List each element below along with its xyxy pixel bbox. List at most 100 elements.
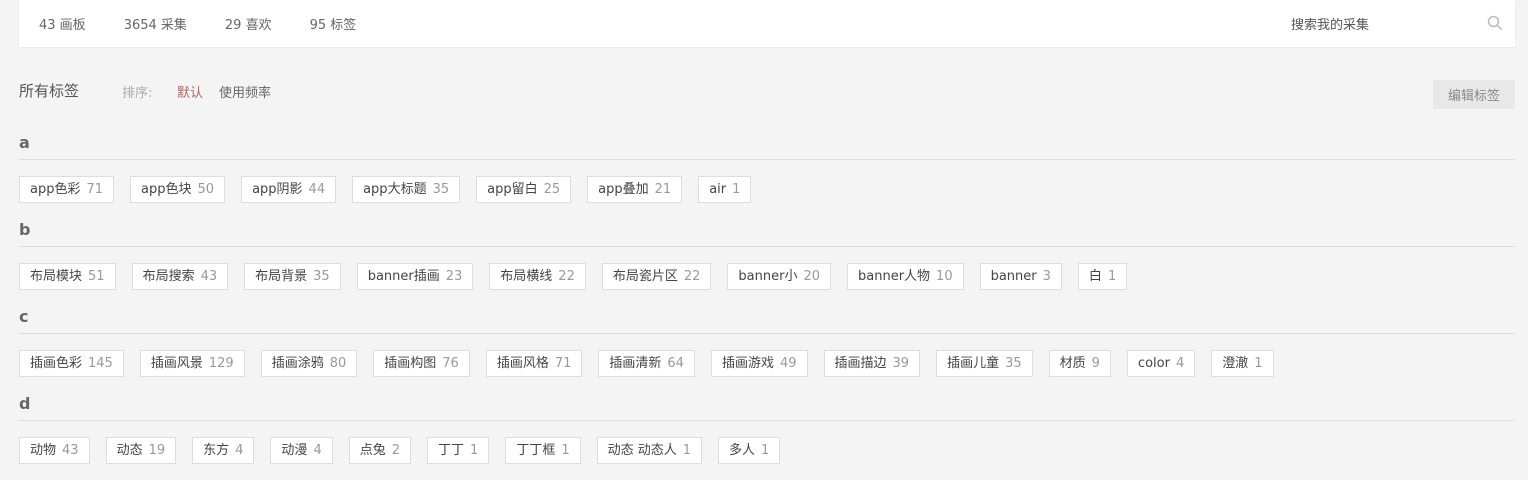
tag-chip[interactable]: banner小 20 — [727, 263, 831, 290]
search-icon[interactable] — [1487, 15, 1503, 31]
tag-count: 39 — [892, 356, 910, 371]
tag-chip[interactable]: 插画风格 71 — [485, 350, 583, 377]
tag-chip[interactable]: banner人物 10 — [847, 263, 964, 290]
group-divider — [19, 333, 1515, 334]
tag-chip[interactable]: 插画清新 64 — [598, 350, 695, 377]
tag-chip[interactable]: 插画描边 39 — [823, 350, 921, 377]
tag-chip[interactable]: app色块 50 — [130, 176, 226, 203]
search-box — [1291, 14, 1503, 34]
tag-chip[interactable]: 插画风景 129 — [139, 350, 245, 377]
edit-tags-button[interactable]: 编辑标签 — [1433, 80, 1515, 109]
tag-count: 71 — [554, 356, 572, 371]
group-divider — [19, 420, 1515, 421]
tag-count: 71 — [86, 182, 104, 197]
tag-name: banner人物 — [858, 269, 931, 284]
tag-chip[interactable]: app叠加 21 — [587, 176, 683, 203]
tag-chip[interactable]: 动态 动态人 1 — [596, 437, 703, 464]
tag-chip[interactable]: 布局背景 35 — [244, 263, 341, 290]
tag-chip[interactable]: banner 3 — [979, 263, 1062, 290]
tag-count: 1 — [732, 182, 741, 197]
tag-list: 动物 43 动态 19 东方 4 动漫 4 点兔 2 丁丁 1 丁丁框 1 动态 动态人 1 多人 1 — [19, 437, 796, 464]
tag-name: 插画风景 — [150, 356, 203, 371]
tag-chip[interactable]: 动态 19 — [105, 437, 177, 464]
page-title: 所有标签 — [19, 82, 80, 100]
tag-list: 插画色彩 145 插画风景 129 插画涂鸦 80 插画构图 76 插画风格 71 插画清新 64 插画… — [19, 350, 1290, 377]
tag-count: 22 — [558, 269, 575, 284]
tag-name: 动漫 — [281, 443, 308, 458]
tag-count: 10 — [936, 269, 953, 284]
tag-chip[interactable]: 丁丁 1 — [427, 437, 490, 464]
tag-chip[interactable]: 布局模块 51 — [19, 263, 116, 290]
tag-count: 1 — [470, 443, 479, 458]
stat-boards-link[interactable]: 43 画板 — [39, 14, 86, 33]
tag-chip[interactable]: 材质 9 — [1048, 350, 1111, 377]
tag-count: 3 — [1042, 269, 1051, 284]
tag-chip[interactable]: 动物 43 — [19, 437, 90, 464]
tag-name: 点兔 — [359, 443, 386, 458]
tag-name: 布局模块 — [30, 269, 83, 284]
tag-count: 49 — [779, 356, 797, 371]
tag-list: 布局模块 51 布局搜索 43 布局背景 35 banner插画 23 布局横线 22 布局瓷片区 2… — [19, 263, 1143, 290]
tag-chip[interactable]: 布局横线 22 — [489, 263, 586, 290]
stat-likes-link[interactable]: 29 喜欢 — [225, 14, 272, 33]
tag-name: 布局背景 — [255, 269, 308, 284]
tag-count: 1 — [1107, 269, 1117, 284]
tag-count: 1 — [561, 443, 570, 458]
tag-count: 25 — [543, 182, 561, 197]
sort-frequency-link[interactable]: 使用频率 — [219, 82, 271, 101]
tag-chip[interactable]: 丁丁框 1 — [505, 437, 581, 464]
group-letter-heading: c — [19, 307, 29, 326]
tag-chip[interactable]: 插画儿童 35 — [936, 350, 1033, 377]
tag-name: app留白 — [487, 182, 538, 197]
tag-count: 145 — [88, 356, 113, 371]
group-divider — [19, 246, 1515, 247]
tag-name: 布局横线 — [500, 269, 553, 284]
tag-name: banner小 — [738, 269, 798, 284]
tag-count: 35 — [432, 182, 450, 197]
tag-count: 9 — [1091, 356, 1100, 371]
tag-chip[interactable]: app阴影 44 — [241, 176, 337, 203]
tag-chip[interactable]: app大标题 35 — [352, 176, 461, 203]
tag-chip[interactable]: 插画构图 76 — [373, 350, 470, 377]
tag-list: app色彩 71 app色块 50 app阴影 44 app大标题 35 app留白 25 app叠… — [19, 176, 767, 203]
tag-name: 布局搜索 — [142, 269, 195, 284]
tag-chip[interactable]: 布局瓷片区 22 — [601, 263, 712, 290]
tag-name: 澄澈 — [1222, 356, 1249, 371]
group-letter-heading: b — [19, 220, 31, 239]
search-input[interactable] — [1291, 18, 1471, 33]
tag-count: 51 — [88, 269, 105, 284]
tag-count: 1 — [1254, 356, 1263, 371]
tag-name: 动态 动态人 — [607, 443, 677, 458]
tag-chip[interactable]: 澄澈 1 — [1211, 350, 1274, 377]
tag-chip[interactable]: 白1 — [1077, 263, 1128, 290]
tag-count: 50 — [197, 182, 215, 197]
tag-chip[interactable]: 多人 1 — [718, 437, 781, 464]
tag-chip[interactable]: 插画游戏 49 — [710, 350, 808, 377]
sort-default-link[interactable]: 默认 — [177, 82, 203, 101]
tag-chip[interactable]: banner插画 23 — [356, 263, 474, 290]
tag-chip[interactable]: 布局搜索 43 — [131, 263, 229, 290]
tag-chip[interactable]: app色彩 71 — [19, 176, 115, 203]
tag-name: banner — [990, 269, 1037, 284]
top-stats-bar: 43 画板 3654 采集 29 喜欢 95 标签 — [19, 0, 1515, 47]
tag-count: 1 — [682, 443, 692, 458]
tag-chip[interactable]: 动漫 4 — [270, 437, 333, 464]
tag-chip[interactable]: 点兔 2 — [348, 437, 412, 464]
tag-name: 丁丁 — [438, 443, 465, 458]
tag-name: 插画构图 — [384, 356, 437, 371]
tag-chip[interactable]: 东方 4 — [192, 437, 255, 464]
tag-name: 多人 — [729, 443, 756, 458]
stat-pins-link[interactable]: 3654 采集 — [124, 14, 187, 33]
tag-name: app叠加 — [598, 182, 649, 197]
tag-chip[interactable]: color 4 — [1126, 350, 1196, 377]
tag-chip[interactable]: 插画色彩 145 — [19, 350, 124, 377]
tag-name: air — [709, 182, 727, 197]
tag-chip[interactable]: app留白 25 — [476, 176, 572, 203]
tag-count: 43 — [200, 269, 218, 284]
tag-chip[interactable]: air 1 — [698, 176, 752, 203]
tag-name: 动态 — [116, 443, 143, 458]
tag-chip[interactable]: 插画涂鸦 80 — [260, 350, 358, 377]
tag-count: 4 — [1175, 356, 1185, 371]
tag-count: 129 — [208, 356, 234, 371]
stat-tags-link[interactable]: 95 标签 — [310, 14, 357, 33]
